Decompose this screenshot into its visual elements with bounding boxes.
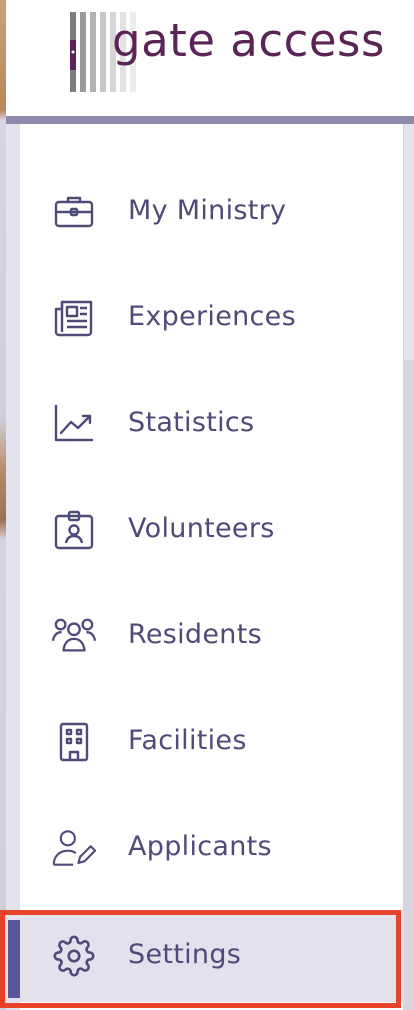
sidebar-item-label: Experiences — [128, 301, 296, 332]
user-edit-icon — [52, 826, 96, 870]
sidebar-item-label: Residents — [128, 619, 262, 650]
sidebar-item-residents[interactable]: Residents — [20, 590, 404, 682]
sidebar-item-facilities[interactable]: Facilities — [20, 696, 404, 788]
sidebar-item-label: Facilities — [128, 725, 247, 756]
sidebar-item-label: My Ministry — [128, 195, 287, 226]
sidebar-item-statistics[interactable]: Statistics — [20, 378, 404, 470]
building-icon — [52, 720, 96, 764]
sidebar-item-label: Applicants — [128, 831, 272, 862]
logo[interactable]: gate access — [68, 8, 384, 92]
sidebar-item-my-ministry[interactable]: My Ministry — [20, 166, 404, 258]
active-indicator — [8, 920, 20, 998]
briefcase-icon — [52, 190, 96, 234]
sidebar-item-applicants[interactable]: Applicants — [20, 802, 404, 894]
sidebar-item-label: Volunteers — [128, 513, 275, 544]
sidebar-item-label: Settings — [128, 939, 242, 970]
users-icon — [52, 614, 96, 658]
sidebar-item-label: Statistics — [128, 407, 255, 438]
background-strip — [0, 0, 6, 1010]
sidebar-item-volunteers[interactable]: Volunteers — [20, 484, 404, 576]
gear-icon — [52, 934, 96, 978]
logo-text: gate access — [112, 14, 385, 67]
app-page: gate access My Ministry Experiences Stat… — [0, 0, 414, 1010]
sidebar-item-settings[interactable]: Settings — [20, 910, 404, 1002]
newspaper-icon — [52, 296, 96, 340]
sidebar-menu: My Ministry Experiences Statistics Volun… — [20, 124, 404, 1010]
sidebar-item-experiences[interactable]: Experiences — [20, 272, 404, 364]
header: gate access — [6, 0, 414, 116]
header-divider — [6, 116, 414, 124]
background-panel — [404, 360, 414, 1010]
chart-line-icon — [52, 402, 96, 446]
id-badge-icon — [52, 508, 96, 552]
